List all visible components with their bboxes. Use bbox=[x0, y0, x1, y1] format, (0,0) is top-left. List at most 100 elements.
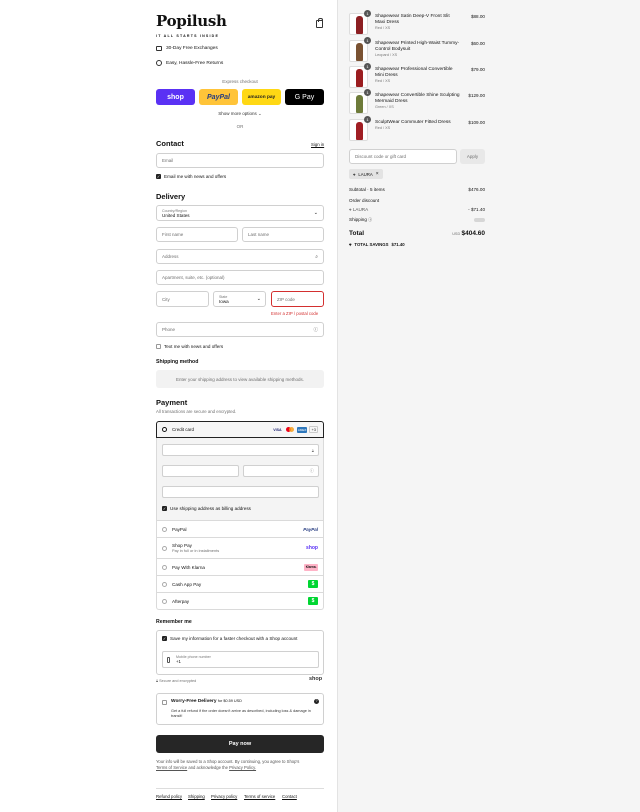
amazon-pay-button[interactable]: amazon pay bbox=[242, 89, 281, 105]
discount-code-row: ⌖ LAURA - $71.40 bbox=[349, 207, 485, 212]
credit-card-option[interactable]: Credit card VISA AMEX +3 bbox=[156, 421, 324, 438]
radio-icon[interactable] bbox=[162, 581, 167, 587]
brand-logo[interactable]: Popilush bbox=[156, 12, 227, 30]
email-field[interactable]: Email bbox=[156, 153, 324, 168]
quantity-badge: 1 bbox=[364, 37, 371, 44]
shop-logo-icon: shop bbox=[306, 545, 318, 551]
address-field[interactable]: Address ⌕ bbox=[156, 249, 324, 264]
footer-shipping-link[interactable]: Shipping bbox=[188, 794, 205, 799]
apartment-field[interactable]: Apartment, suite, etc. (optional) bbox=[156, 270, 324, 285]
product-name: Shapewear Professional Convertible Mini … bbox=[375, 67, 453, 78]
product-variant: Red / XS bbox=[375, 126, 391, 130]
product-name: Shapewear Printed High-Waist Tummy-Contr… bbox=[375, 41, 460, 52]
shop-pay-button[interactable]: shop bbox=[156, 89, 195, 105]
express-title: Express checkout bbox=[222, 79, 258, 84]
help-icon[interactable]: ⓘ bbox=[368, 217, 372, 222]
shop-pay-option[interactable]: Shop Pay Pay in full or in installments s… bbox=[156, 538, 324, 559]
payment-title: Payment bbox=[156, 398, 188, 407]
google-pay-button[interactable]: G Pay bbox=[285, 89, 324, 105]
apply-button[interactable]: Apply bbox=[460, 149, 485, 164]
shipping-row: Shipping ⓘ bbox=[349, 217, 485, 223]
state-select[interactable]: State Iowa ⌄ bbox=[213, 291, 266, 307]
paypal-button[interactable]: PayPal bbox=[199, 89, 238, 105]
footer-contact-link[interactable]: Contact bbox=[282, 794, 297, 799]
radio-icon[interactable] bbox=[162, 526, 167, 532]
cash-app-option[interactable]: Cash App Pay $ bbox=[156, 576, 324, 593]
discount-chip: ⌖ LAURA × bbox=[349, 169, 383, 179]
cart-item: 1 Shapewear Professional Convertible Min… bbox=[349, 63, 485, 88]
zip-error: Enter a ZIP / postal code bbox=[271, 311, 319, 316]
show-more-options[interactable]: Show more options ⌄ bbox=[156, 111, 324, 117]
save-info-checkbox[interactable]: ✓ Save my information for a faster checko… bbox=[162, 636, 297, 641]
shop-logo: shop bbox=[309, 676, 323, 682]
billing-same-checkbox[interactable]: ✓ Use shipping address as billing address bbox=[162, 506, 251, 511]
contact-title: Contact bbox=[156, 139, 184, 148]
card-fields-panel: 🔒︎ ⓘ ✓ Use shipping address as billing ad… bbox=[156, 438, 324, 521]
checkbox-checked-icon[interactable]: ✓ bbox=[162, 636, 167, 641]
checkbox-unchecked-icon[interactable] bbox=[162, 700, 167, 705]
perk-exchanges: 30-Day Free Exchanges bbox=[156, 46, 218, 51]
product-price: $79.00 bbox=[470, 67, 485, 72]
help-icon[interactable]: ⓘ bbox=[310, 468, 314, 474]
privacy-link[interactable]: Privacy Policy. bbox=[229, 765, 256, 770]
terms-link[interactable]: Terms of Service bbox=[156, 765, 187, 770]
cart-bag-icon[interactable] bbox=[316, 18, 324, 28]
security-code-field[interactable]: ⓘ bbox=[243, 465, 319, 477]
zip-field[interactable]: ZIP code bbox=[271, 291, 324, 307]
radio-icon[interactable] bbox=[162, 598, 167, 604]
checkbox-unchecked-icon[interactable] bbox=[156, 344, 161, 349]
mastercard-icon bbox=[285, 426, 295, 433]
worry-free-panel[interactable]: Worry-Free Delivery for $0.59 USD ? Get … bbox=[156, 693, 324, 725]
radio-selected-icon[interactable] bbox=[162, 427, 167, 432]
paypal-option[interactable]: PayPal PayPal bbox=[156, 521, 324, 538]
pay-now-button[interactable]: Pay now bbox=[156, 735, 324, 753]
checkbox-checked-icon[interactable]: ✓ bbox=[156, 174, 161, 179]
quantity-badge: 1 bbox=[364, 89, 371, 96]
cash-app-logo-icon: $ bbox=[308, 580, 318, 588]
help-icon[interactable]: ⓘ bbox=[314, 327, 319, 333]
or-divider: OR bbox=[236, 124, 244, 129]
lock-icon: 🔒︎ bbox=[311, 447, 314, 453]
product-price: $109.00 bbox=[468, 120, 485, 125]
klarna-logo-icon: Klarna. bbox=[304, 563, 318, 571]
product-name: Shapewear Satin Deep-V Front Slit Maxi D… bbox=[375, 14, 450, 25]
footer-terms-link[interactable]: Terms of service bbox=[244, 794, 275, 799]
search-icon: ⌕ bbox=[315, 253, 318, 260]
footer-refund-link[interactable]: Refund policy bbox=[156, 794, 182, 799]
first-name-field[interactable]: First name bbox=[156, 227, 238, 242]
mobile-phone-field[interactable]: Mobile phone number +1 bbox=[162, 651, 319, 668]
cart-item: 1 Shapewear Printed High-Waist Tummy-Con… bbox=[349, 37, 485, 62]
cart-item: 1 Shapewear Satin Deep-V Front Slit Maxi… bbox=[349, 10, 485, 35]
sign-in-link[interactable]: Sign in bbox=[311, 142, 324, 147]
dress-image bbox=[356, 122, 363, 140]
help-icon[interactable]: ? bbox=[314, 699, 319, 704]
country-select[interactable]: Country/Region United States ⌄ bbox=[156, 205, 324, 221]
truck-icon bbox=[156, 46, 162, 51]
klarna-option[interactable]: Pay With Klarna Klarna. bbox=[156, 559, 324, 576]
product-price: $129.00 bbox=[468, 93, 485, 98]
city-field[interactable]: City bbox=[156, 291, 209, 307]
radio-icon[interactable] bbox=[162, 564, 167, 570]
card-number-field[interactable]: 🔒︎ bbox=[162, 444, 319, 456]
product-name: SculptWear Commuter Fitted Dress bbox=[375, 120, 451, 125]
afterpay-logo-icon: $ bbox=[308, 597, 318, 605]
secure-note: 🔒︎ Secure and encrypted bbox=[156, 679, 197, 683]
text-news-checkbox[interactable]: Text me with news and offers bbox=[156, 344, 223, 349]
last-name-field[interactable]: Last name bbox=[242, 227, 324, 242]
close-icon[interactable]: × bbox=[376, 171, 379, 177]
name-on-card-field[interactable] bbox=[162, 486, 319, 498]
chevron-down-icon: ⌄ bbox=[313, 210, 318, 216]
checkbox-checked-icon[interactable]: ✓ bbox=[162, 506, 167, 511]
visa-icon: VISA bbox=[273, 427, 282, 432]
footer-privacy-link[interactable]: Privacy policy bbox=[211, 794, 237, 799]
quantity-badge: 1 bbox=[364, 10, 371, 17]
radio-icon[interactable] bbox=[162, 545, 167, 551]
expiration-field[interactable] bbox=[162, 465, 239, 477]
phone-field[interactable]: Phone ⓘ bbox=[156, 322, 324, 337]
chevron-down-icon: ⌄ bbox=[256, 296, 261, 302]
discount-code-field[interactable]: Discount code or gift card bbox=[349, 149, 457, 164]
email-news-checkbox[interactable]: ✓ Email me with news and offers bbox=[156, 174, 226, 179]
afterpay-option[interactable]: Afterpay $ bbox=[156, 593, 324, 610]
product-price: $60.00 bbox=[470, 41, 485, 46]
quantity-badge: 1 bbox=[364, 116, 371, 123]
